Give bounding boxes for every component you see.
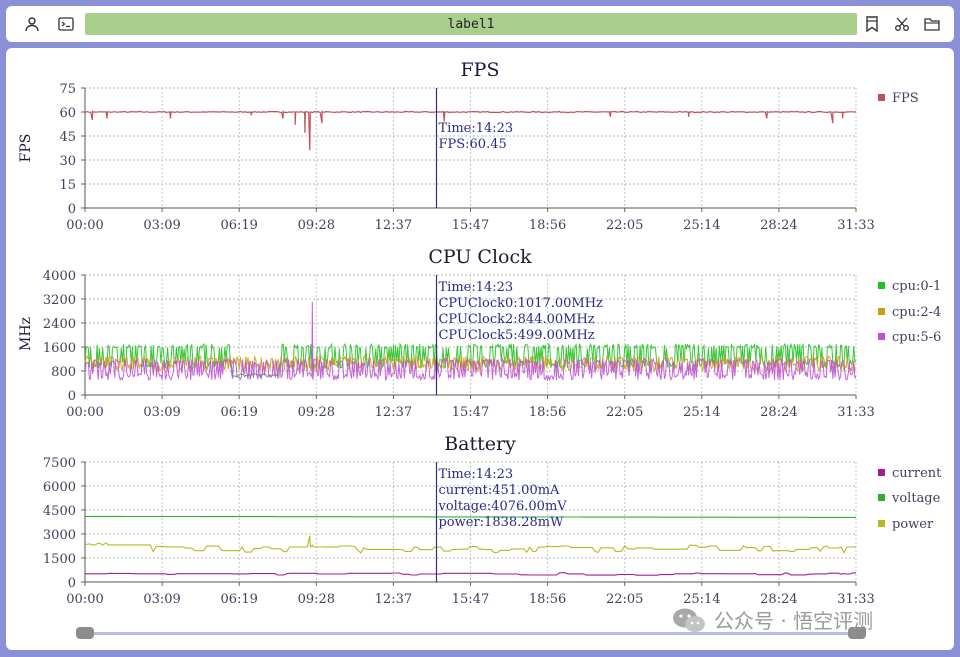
range-start-handle[interactable] xyxy=(76,627,94,639)
toolbar: label1 xyxy=(6,6,954,42)
scissors-icon[interactable] xyxy=(888,6,916,42)
wechat-logo-icon xyxy=(673,608,705,632)
bookmark-icon[interactable] xyxy=(858,6,886,42)
terminal-icon[interactable] xyxy=(52,6,80,42)
folder-icon[interactable] xyxy=(918,6,946,42)
charts-panel xyxy=(6,48,954,650)
watermark-text: 公众号 · 悟空评测 xyxy=(714,609,874,633)
user-icon[interactable] xyxy=(18,6,46,42)
session-label: label1 xyxy=(85,13,857,35)
watermark: 公众号 · 悟空评测 xyxy=(672,605,873,634)
